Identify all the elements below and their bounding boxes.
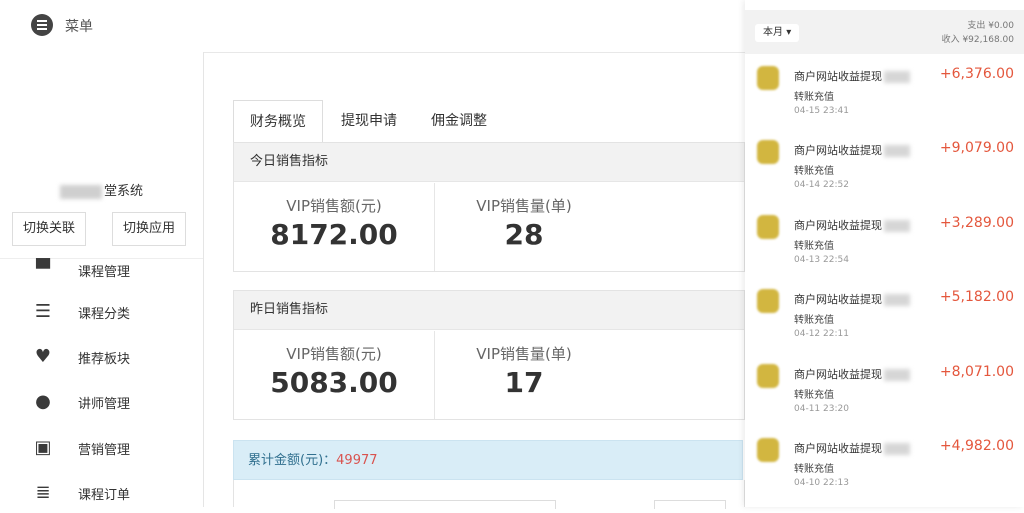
menu-icon[interactable] <box>31 14 53 36</box>
panel-title: 昨日销售指标 <box>234 291 744 330</box>
transaction-amount: +9,079.00 <box>939 140 1014 156</box>
transaction-amount: +3,289.00 <box>939 215 1014 231</box>
today-metrics-panel: 今日销售指标 VIP销售额(元) 8172.00 VIP销售量(单) 28 <box>233 142 745 272</box>
transaction-item[interactable]: 商户网站收益提现 转账充值 04-11 23:20 +8,071.00 <box>745 360 1024 435</box>
sidebar-item-course-manage[interactable]: ▀ 课程管理 <box>0 250 203 290</box>
transaction-amount: +8,071.00 <box>939 364 1014 380</box>
gift-icon: ▣ <box>34 437 52 458</box>
merchant-logo-icon <box>757 289 779 313</box>
caret-down-icon: ▾ <box>786 27 792 38</box>
sidebar-item-course-category[interactable]: ☰ 课程分类 <box>0 292 203 332</box>
sidebar-item-label: 课程分类 <box>78 307 131 322</box>
total-label: 累计金额(元)： <box>248 453 337 468</box>
transaction-title: 商户网站收益提现 <box>794 68 910 84</box>
merchant-logo-icon <box>757 215 779 239</box>
merchant-logo-icon <box>757 364 779 388</box>
query-button[interactable] <box>654 500 726 509</box>
merchant-logo-icon <box>757 66 779 90</box>
graduation-cap-icon: ▀ <box>36 259 50 280</box>
transaction-date: 04-15 23:41 <box>794 106 849 116</box>
sidebar-item-orders[interactable]: ≣ 课程订单 <box>0 473 203 513</box>
menu-label[interactable]: 菜单 <box>65 16 93 36</box>
user-icon: ● <box>35 391 51 412</box>
transaction-type: 转账充值 <box>794 92 834 103</box>
tab-commission-adjust[interactable]: 佣金调整 <box>417 100 501 142</box>
heart-icon: ♥ <box>34 346 52 367</box>
panel-title: 今日销售指标 <box>234 143 744 182</box>
lower-panel <box>233 480 745 509</box>
transaction-date: 04-12 22:11 <box>794 329 849 339</box>
transaction-date: 04-11 23:20 <box>794 404 849 414</box>
stat-value: 5083.00 <box>270 366 398 399</box>
transaction-item[interactable]: 商户网站收益提现 转账充值 04-15 23:41 +6,376.00 <box>745 62 1024 137</box>
expense-summary: 支出 ¥0.00 <box>967 21 1014 31</box>
total-value: 49977 <box>336 453 378 468</box>
transaction-item[interactable]: 商户网站收益提现 转账充值 04-13 22:54 +3,289.00 <box>745 211 1024 286</box>
tab-withdraw-request[interactable]: 提现申请 <box>329 100 409 142</box>
sidebar-item-label: 营销管理 <box>78 443 131 458</box>
sidebar-item-recommend[interactable]: ♥ 推荐板块 <box>0 337 203 377</box>
transaction-type: 转账充值 <box>794 166 834 177</box>
transaction-amount: +4,982.00 <box>939 438 1014 454</box>
sidebar-item-marketing[interactable]: ▣ 营销管理 <box>0 428 203 468</box>
period-selector[interactable]: 本月 ▾ <box>755 24 800 42</box>
transaction-date: 04-14 22:52 <box>794 180 849 190</box>
sidebar: 堂系统 切换关联 切换应用 ▀ 课程管理 ☰ 课程分类 ♥ 推荐板块 ● 讲师管… <box>0 52 204 507</box>
merchant-logo-icon <box>757 438 779 462</box>
transaction-type: 转账充值 <box>794 315 834 326</box>
sidebar-item-label: 推荐板块 <box>78 352 131 367</box>
transaction-type: 转账充值 <box>794 390 834 401</box>
transaction-title: 商户网站收益提现 <box>794 440 910 456</box>
yesterday-count-stat: VIP销售量(单) 17 <box>434 343 614 399</box>
bill-header: 本月 ▾ 支出 ¥0.00 收入 ¥92,168.00 <box>745 10 1024 54</box>
transaction-type: 转账充值 <box>794 464 834 475</box>
transaction-item[interactable]: 商户网站收益提现 转账充值 04-12 22:11 +5,182.00 <box>745 285 1024 360</box>
transaction-amount: +6,376.00 <box>939 66 1014 82</box>
today-sales-stat: VIP销售额(元) 8172.00 <box>234 195 434 251</box>
stat-value: 17 <box>504 366 544 399</box>
yesterday-sales-stat: VIP销售额(元) 5083.00 <box>234 343 434 399</box>
transaction-title: 商户网站收益提现 <box>794 291 910 307</box>
top-bar: 菜单 <box>0 0 745 53</box>
stat-label: VIP销售额(元) <box>286 197 382 215</box>
stat-label: VIP销售量(单) <box>476 345 572 363</box>
redacted-blur <box>59 184 102 199</box>
total-amount-bar: 累计金额(元)：49977 <box>233 440 743 480</box>
sidebar-item-label: 课程管理 <box>78 265 131 280</box>
sidebar-item-label: 讲师管理 <box>78 397 131 412</box>
transaction-type: 转账充值 <box>794 241 834 252</box>
transaction-date: 04-10 22:13 <box>794 478 849 488</box>
stat-value: 28 <box>504 218 544 251</box>
sidebar-item-teacher[interactable]: ● 讲师管理 <box>0 382 203 422</box>
merchant-logo-icon <box>757 140 779 164</box>
transaction-title: 商户网站收益提现 <box>794 142 910 158</box>
list-icon: ☰ <box>34 301 52 322</box>
stat-label: VIP销售额(元) <box>286 345 382 363</box>
ordered-list-icon: ≣ <box>35 482 51 503</box>
system-name-text: 堂系统 <box>103 184 143 199</box>
transaction-title: 商户网站收益提现 <box>794 366 910 382</box>
period-label: 本月 <box>763 27 783 38</box>
transaction-item[interactable]: 商户网站收益提现 转账充值 04-10 22:13 +4,982.00 <box>745 434 1024 509</box>
switch-app-button[interactable]: 切换应用 <box>112 212 187 246</box>
transaction-title: 商户网站收益提现 <box>794 217 910 233</box>
date-field[interactable] <box>334 500 556 509</box>
transaction-item[interactable]: 商户网站收益提现 转账充值 04-14 22:52 +9,079.00 <box>745 136 1024 211</box>
transaction-date: 04-13 22:54 <box>794 255 849 265</box>
tab-finance-overview[interactable]: 财务概览 <box>233 100 323 143</box>
transaction-amount: +5,182.00 <box>939 289 1014 305</box>
stat-label: VIP销售量(单) <box>476 197 572 215</box>
income-summary: 收入 ¥92,168.00 <box>941 35 1014 45</box>
yesterday-metrics-panel: 昨日销售指标 VIP销售额(元) 5083.00 VIP销售量(单) 17 <box>233 290 745 420</box>
sidebar-item-label: 课程订单 <box>78 488 131 503</box>
system-name: 堂系统 <box>0 180 203 199</box>
today-count-stat: VIP销售量(单) 28 <box>434 195 614 251</box>
bill-panel: 本月 ▾ 支出 ¥0.00 收入 ¥92,168.00 商户网站收益提现 转账充… <box>745 0 1024 507</box>
stat-value: 8172.00 <box>270 218 398 251</box>
switch-link-button[interactable]: 切换关联 <box>12 212 87 246</box>
